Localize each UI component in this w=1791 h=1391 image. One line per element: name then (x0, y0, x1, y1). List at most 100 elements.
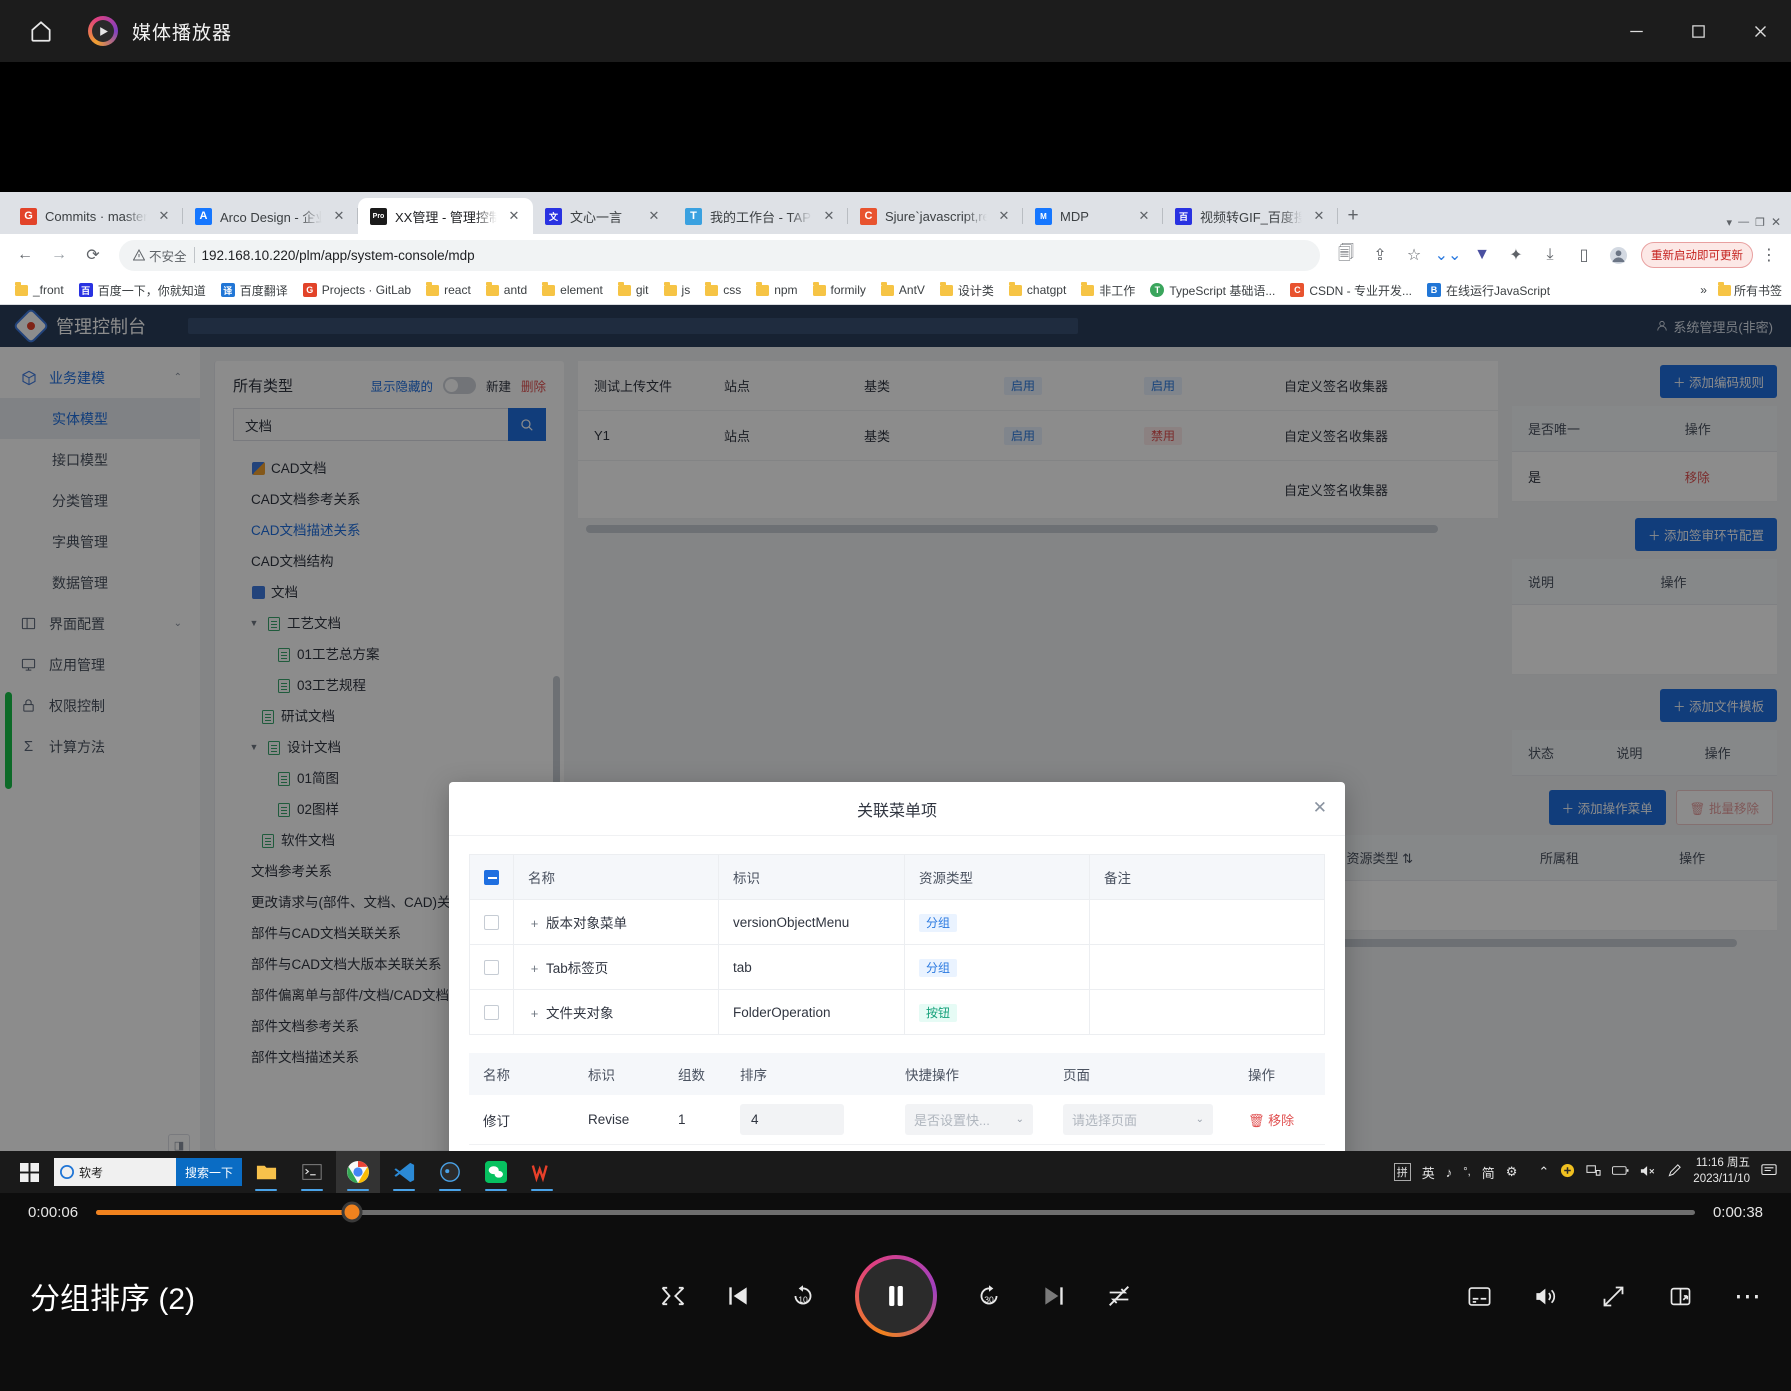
table-row[interactable]: 修订 Revise 1 是否设置快... ⌄ 请选择页面 ⌄ 🗑 移除 (469, 1095, 1325, 1145)
bookmark-item[interactable]: css (699, 280, 747, 300)
ime-tone-icon[interactable]: ♪ (1446, 1165, 1453, 1180)
col-checkbox[interactable] (469, 854, 514, 900)
search-button[interactable]: 搜索一下 (175, 1158, 242, 1186)
row-checkbox[interactable] (484, 914, 499, 930)
ime-punctuation-icon[interactable]: °, (1463, 1166, 1470, 1178)
bookmark-item[interactable]: G Projects · GitLab (297, 280, 417, 300)
tab-close-icon[interactable]: ✕ (995, 207, 1013, 225)
tab-close-icon[interactable]: ✕ (1310, 207, 1328, 225)
bookmark-item[interactable]: 设计类 (934, 279, 1000, 302)
table-row[interactable]: + 版本对象菜单 versionObjectMenu 分组 (469, 899, 1325, 945)
bookmark-item[interactable]: 译百度翻译 (215, 279, 294, 302)
window-close-icon[interactable]: ✕ (1771, 215, 1781, 229)
profile-avatar-icon[interactable] (1603, 240, 1633, 270)
browser-tab[interactable]: G Commits · master · corile ✕ (8, 198, 183, 234)
repeat-off-icon[interactable] (1105, 1282, 1133, 1310)
ime-simplified-label[interactable]: 简 (1482, 1163, 1495, 1182)
reload-icon[interactable]: ⟳ (78, 240, 108, 270)
bookmarks-overflow[interactable]: » 所有书签 (1700, 282, 1782, 299)
vscode-icon[interactable] (382, 1151, 426, 1193)
bookmark-star-icon[interactable]: ☆ (1399, 240, 1429, 270)
browser-tab[interactable]: M MDP ✕ (1023, 198, 1163, 234)
tab-search-icon[interactable]: ▾ (1727, 216, 1733, 229)
bookmark-item[interactable]: 非工作 (1075, 279, 1141, 302)
play-pause-button[interactable] (854, 1255, 937, 1337)
video-surface[interactable]: G Commits · master · corile ✕ A Arco Des… (0, 62, 1791, 1193)
terminal-icon[interactable] (290, 1151, 334, 1193)
cell-checkbox[interactable] (469, 944, 514, 990)
tab-close-icon[interactable]: ✕ (1135, 207, 1153, 225)
tab-close-icon[interactable]: ✕ (505, 207, 523, 225)
browser-tab[interactable]: A Arco Design - 企业级产品 ✕ (183, 198, 358, 234)
table-row[interactable]: +文件夹对象 FolderOperation 按钮 (469, 989, 1325, 1035)
browser-tab[interactable]: C Sjure`javascript,react,an ✕ (848, 198, 1023, 234)
forward-30-icon[interactable]: 30 (975, 1282, 1003, 1310)
browser-tab[interactable]: 百 视频转GIF_百度搜索 ✕ (1163, 198, 1338, 234)
tray-overflow-icon[interactable]: ⌃ (1538, 1164, 1549, 1180)
table-row[interactable]: + Tab标签页 tab 分组 (469, 944, 1325, 990)
extension-download-icon[interactable]: ⌄⌄ (1433, 240, 1463, 270)
bookmark-item[interactable]: T TypeScript 基础语... (1144, 279, 1281, 302)
bookmark-item[interactable]: element (536, 280, 609, 300)
bookmark-item[interactable]: B 在线运行JavaScript (1421, 279, 1556, 302)
cell-checkbox[interactable] (469, 989, 514, 1035)
maximize-button[interactable] (1667, 0, 1729, 62)
update-button[interactable]: 重新启动即可更新 (1641, 242, 1753, 268)
wechat-icon[interactable] (474, 1151, 518, 1193)
media-player-icon[interactable] (428, 1151, 472, 1193)
clock[interactable]: 11:16 周五 2023/11/10 (1693, 1156, 1750, 1187)
bookmark-item[interactable]: 百百度一下，你就知道 (73, 279, 212, 302)
order-input[interactable] (740, 1104, 844, 1135)
new-tab-button[interactable]: + (1338, 201, 1368, 231)
tab-close-icon[interactable]: ✕ (330, 207, 348, 225)
bookmark-item[interactable]: AntV (875, 280, 931, 300)
forward-arrow-icon[interactable]: → (44, 240, 74, 270)
window-minimize-icon[interactable]: — (1738, 216, 1749, 228)
translate-icon[interactable]: 🗐 (1331, 240, 1361, 270)
row-checkbox[interactable] (484, 959, 499, 975)
shortcut-select[interactable]: 是否设置快... ⌄ (905, 1104, 1033, 1135)
expand-icon[interactable]: + (528, 961, 541, 976)
bookmark-item[interactable]: antd (480, 280, 533, 300)
page-select[interactable]: 请选择页面 ⌄ (1063, 1104, 1213, 1135)
share-icon[interactable]: ⇪ (1365, 240, 1395, 270)
remove-row-button[interactable]: 🗑 移除 (1248, 1113, 1294, 1128)
home-icon[interactable] (20, 10, 62, 52)
notification-icon[interactable] (1761, 1163, 1777, 1181)
gear-icon[interactable]: ⚙ (1506, 1164, 1518, 1180)
seek-handle[interactable] (341, 1201, 363, 1223)
expand-icon[interactable]: + (528, 916, 541, 931)
bookmark-item[interactable]: npm (750, 280, 803, 300)
browser-menu-icon[interactable]: ⋮ (1757, 245, 1781, 265)
ime-lang-label[interactable]: 英 (1422, 1163, 1435, 1182)
browser-tab[interactable]: T 我的工作台 - TAPD平台 ✕ (673, 198, 848, 234)
shield-plus-icon[interactable] (1560, 1163, 1575, 1181)
bookmark-item[interactable]: _front (9, 280, 70, 300)
minimize-button[interactable] (1605, 0, 1667, 62)
extension-v-icon[interactable]: ▼ (1467, 240, 1497, 270)
bookmark-item[interactable]: git (612, 280, 655, 300)
back-arrow-icon[interactable]: ← (10, 240, 40, 270)
network-icon[interactable] (1586, 1163, 1601, 1181)
bookmark-item[interactable]: C CSDN - 专业开发... (1284, 279, 1418, 302)
browser-tab-active[interactable]: Pro XX管理 - 管理控制台 ✕ (358, 198, 533, 234)
window-restore-icon[interactable]: ❐ (1755, 216, 1765, 229)
wps-icon[interactable] (520, 1151, 564, 1193)
pen-icon[interactable] (1667, 1163, 1682, 1181)
previous-track-icon[interactable] (725, 1283, 751, 1309)
bookmark-item[interactable]: js (658, 280, 697, 300)
rewind-10-icon[interactable]: 10 (789, 1282, 817, 1310)
address-bar[interactable]: 不安全 192.168.10.220/plm/app/system-consol… (119, 239, 1320, 271)
row-checkbox[interactable] (484, 1004, 499, 1020)
security-warning[interactable]: 不安全 (133, 246, 187, 265)
tab-close-icon[interactable]: ✕ (820, 207, 838, 225)
extension-puzzle-icon[interactable]: ✦ (1501, 240, 1531, 270)
downloads-icon[interactable]: ⤓ (1535, 240, 1565, 270)
tab-close-icon[interactable]: ✕ (155, 207, 173, 225)
next-track-icon[interactable] (1041, 1283, 1067, 1309)
bookmark-item[interactable]: react (420, 280, 477, 300)
bookmark-item[interactable]: chatgpt (1003, 280, 1072, 300)
chrome-icon[interactable] (336, 1151, 380, 1193)
sidepanel-icon[interactable]: ▯ (1569, 240, 1599, 270)
select-all-checkbox[interactable] (484, 869, 499, 885)
